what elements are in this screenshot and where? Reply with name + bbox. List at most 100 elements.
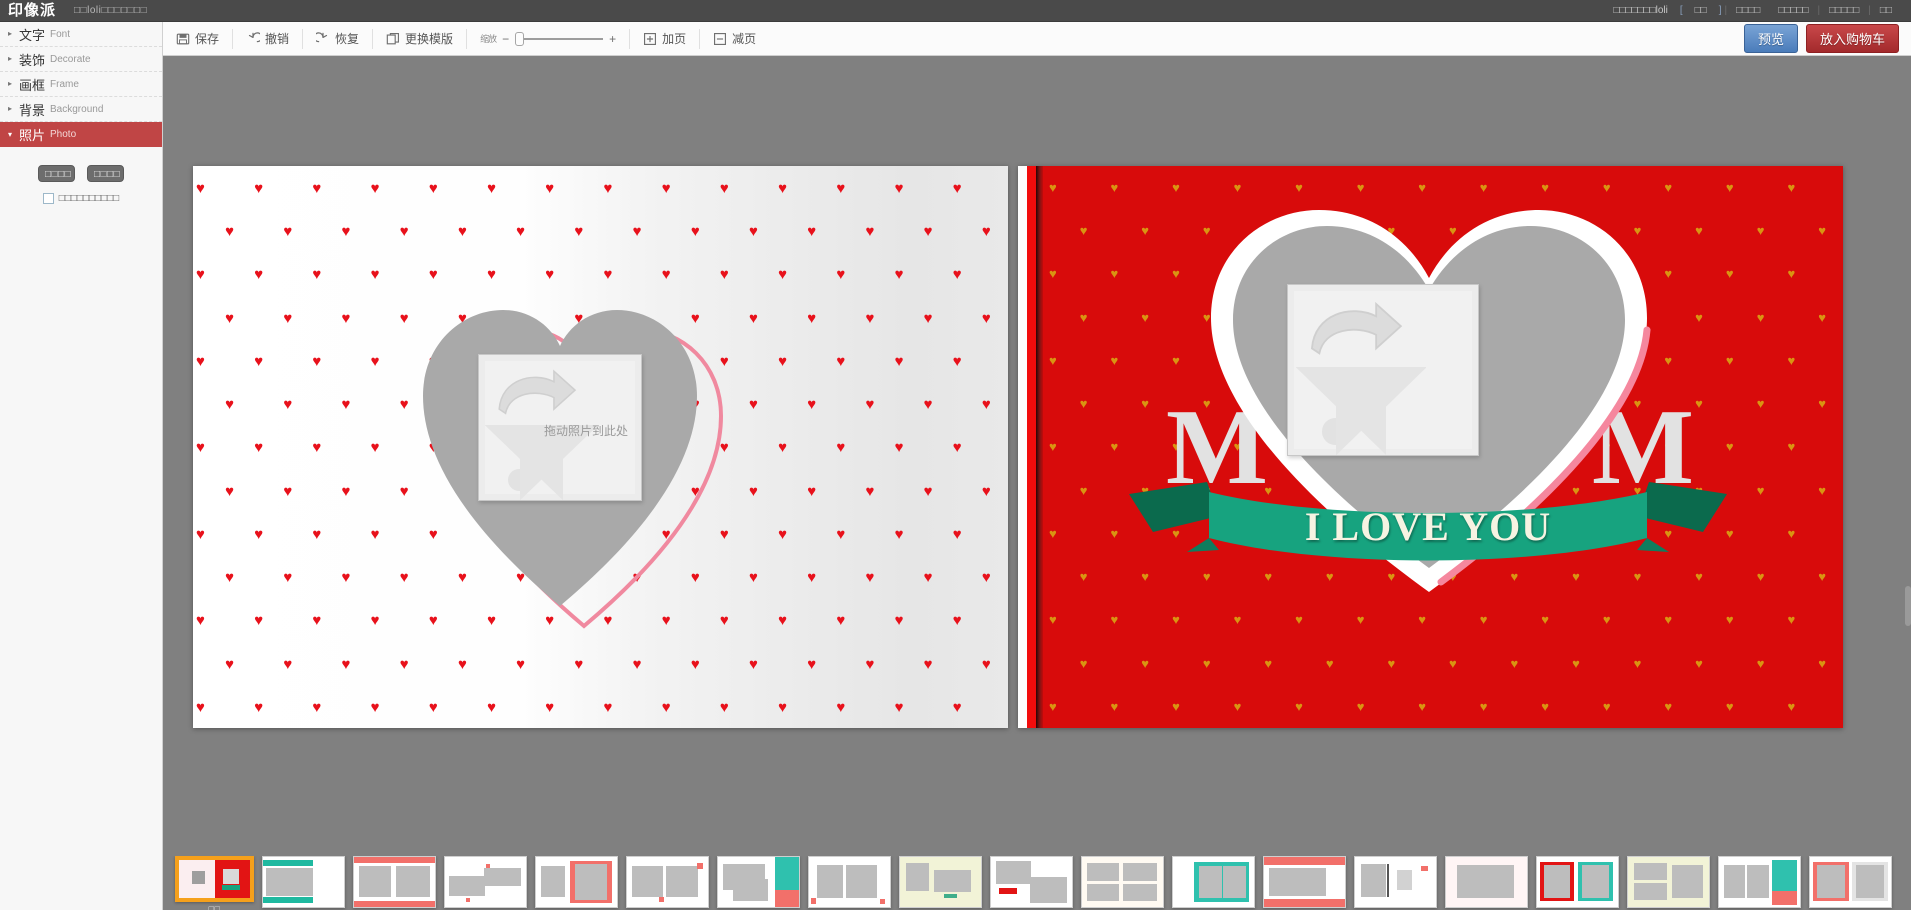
thumbnail-item[interactable]: □10□: [1081, 856, 1164, 910]
right-photo-placeholder[interactable]: 拖动照片到此处: [1287, 284, 1479, 456]
thumbnail-photo-slot: [1397, 870, 1412, 890]
topbar-orders[interactable]: □□□□: [1727, 5, 1769, 16]
thumbnail-band: [775, 890, 799, 907]
page-thumbnail-strip[interactable]: □□□1□□2□□3□□4□□5□□6□□7□□8□□9□□10□□11□□12…: [163, 856, 1911, 910]
zoom-in-button[interactable]: +: [609, 32, 616, 46]
i-love-you-ribbon: I LOVE YOU: [1123, 476, 1733, 586]
sidebar-item-photo[interactable]: ▾ 照片 Photo: [0, 122, 162, 147]
add-to-cart-button[interactable]: 放入购物车: [1806, 24, 1899, 53]
thumbnail-item-selected[interactable]: □□: [175, 856, 254, 910]
sidebar-item-font-sublabel: Font: [50, 29, 70, 40]
drag-arrow-icon: [1307, 299, 1406, 363]
left-placeholder-text: 拖动照片到此处: [544, 422, 628, 439]
topbar-help[interactable]: □□□□□: [1769, 5, 1817, 16]
thumbnail-preview[interactable]: [1263, 856, 1346, 908]
auto-fill-checkbox[interactable]: [43, 193, 54, 204]
thumbnail-photo-slot: [934, 870, 971, 892]
thumbnail-preview[interactable]: [1081, 856, 1164, 908]
thumbnail-item[interactable]: □12□: [1263, 856, 1346, 910]
sidebar-item-decorate[interactable]: ▸ 装饰 Decorate: [0, 47, 162, 72]
chevron-right-icon: ▸: [8, 80, 17, 88]
sidebar-item-font[interactable]: ▸ 文字 Font: [0, 22, 162, 47]
thumbnail-photo-slot: [906, 863, 929, 891]
thumbnail-preview[interactable]: [626, 856, 709, 908]
chevron-right-icon: ▸: [8, 55, 17, 63]
sidebar-item-photo-sublabel: Photo: [50, 129, 76, 140]
thumbnail-item[interactable]: □13□: [1354, 856, 1437, 910]
add-page-button[interactable]: 加页: [630, 22, 699, 56]
thumbnail-preview[interactable]: [990, 856, 1073, 908]
thumbnail-preview[interactable]: [808, 856, 891, 908]
change-template-button[interactable]: 更换模版: [373, 22, 466, 56]
thumbnail-preview[interactable]: [175, 856, 254, 902]
topbar-bracket-open: [: [1677, 5, 1686, 16]
save-button[interactable]: 保存: [163, 22, 232, 56]
thumbnail-preview[interactable]: [1354, 856, 1437, 908]
thumbnail-item[interactable]: □9□: [990, 856, 1073, 910]
thumbnail-photo-slot: [1634, 883, 1666, 900]
site-logo[interactable]: 印像派: [8, 3, 56, 18]
thumbnail-item[interactable]: □6□: [717, 856, 800, 910]
undo-button[interactable]: 撤销: [233, 22, 302, 56]
thumbnail-preview[interactable]: [1809, 856, 1892, 908]
thumbnail-item[interactable]: □11□: [1172, 856, 1255, 910]
zoom-slider[interactable]: [515, 38, 603, 40]
thumbnail-preview[interactable]: [1536, 856, 1619, 908]
thumbnail-preview[interactable]: [353, 856, 436, 908]
thumbnail-preview[interactable]: [1445, 856, 1528, 908]
upload-photo-button[interactable]: □□□□: [38, 165, 75, 182]
thumbnail-item[interactable]: □7□: [808, 856, 891, 910]
thumbnail-item[interactable]: □15□: [1536, 856, 1619, 910]
thumbnail-photo-slot: [733, 879, 769, 901]
preview-button[interactable]: 预览: [1744, 24, 1798, 53]
page-spine-gap: [1008, 166, 1018, 728]
topbar-more[interactable]: □□: [1871, 5, 1901, 16]
thumbnail-photo-slot: [1123, 884, 1157, 901]
thumbnail-item[interactable]: □16□: [1627, 856, 1710, 910]
topbar-service[interactable]: □□□□□: [1820, 5, 1868, 16]
thumbnail-photo-slot: [1030, 877, 1067, 903]
thumbnail-photo-slot: [1269, 868, 1326, 896]
zoom-out-button[interactable]: −: [502, 32, 509, 46]
remove-page-button[interactable]: 减页: [700, 22, 769, 56]
minus-square-icon: [713, 32, 727, 46]
sidebar-item-frame[interactable]: ▸ 画框 Frame: [0, 72, 162, 97]
thumbnail-photo-slot: [666, 866, 698, 897]
manage-photo-button[interactable]: □□□□: [87, 165, 124, 182]
thumbnail-preview[interactable]: [444, 856, 527, 908]
ribbon-text: I LOVE YOU: [1123, 503, 1733, 550]
thumbnail-item[interactable]: □1□: [262, 856, 345, 910]
topbar-account[interactable]: □□□□□□□loli: [1604, 5, 1677, 16]
topbar-logout[interactable]: □□: [1686, 5, 1716, 16]
thumbnail-item[interactable]: □8□: [899, 856, 982, 910]
remove-page-label: 减页: [732, 30, 756, 47]
left-page[interactable]: 拖动照片到此处: [193, 166, 1008, 728]
thumbnail-preview[interactable]: [1627, 856, 1710, 908]
redo-button[interactable]: 恢复: [303, 22, 372, 56]
thumbnail-photo-slot: [1544, 865, 1570, 898]
thumbnail-preview[interactable]: [535, 856, 618, 908]
thumbnail-preview[interactable]: [899, 856, 982, 908]
thumbnail-band: [880, 899, 885, 904]
zoom-slider-handle[interactable]: [515, 32, 524, 46]
thumbnail-preview[interactable]: [717, 856, 800, 908]
sidebar-item-background[interactable]: ▸ 背景 Background: [0, 97, 162, 122]
sidebar-item-background-sublabel: Background: [50, 104, 103, 115]
canvas-stage[interactable]: 拖动照片到此处 M M: [163, 56, 1911, 856]
thumbnail-item[interactable]: □2□: [353, 856, 436, 910]
left-photo-placeholder[interactable]: 拖动照片到此处: [478, 354, 642, 501]
thumbnail-band: [486, 864, 490, 868]
thumbnail-item[interactable]: □18□: [1809, 856, 1892, 910]
thumbnail-photo-slot: [359, 866, 391, 897]
thumbnail-item[interactable]: □3□: [444, 856, 527, 910]
sidebar-item-decorate-sublabel: Decorate: [50, 54, 91, 65]
thumbnail-preview[interactable]: [1172, 856, 1255, 908]
thumbnail-item[interactable]: □4□: [535, 856, 618, 910]
thumbnail-item[interactable]: □17□: [1718, 856, 1801, 910]
thumbnail-preview[interactable]: [262, 856, 345, 908]
thumbnail-item[interactable]: □5□: [626, 856, 709, 910]
right-page[interactable]: M M 拖动照片到此处: [1018, 166, 1843, 728]
thumbnail-item[interactable]: □14□: [1445, 856, 1528, 910]
thumbnail-preview[interactable]: [1718, 856, 1801, 908]
stage-scroll-handle[interactable]: [1905, 586, 1911, 626]
